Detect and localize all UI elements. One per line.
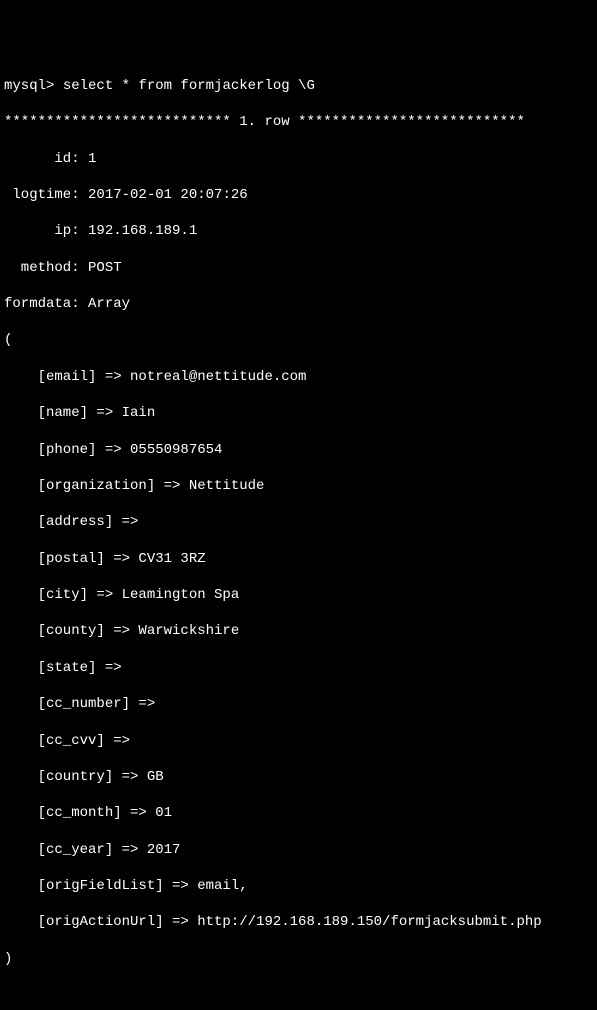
formdata-cc-month: [cc_month] => 01 (4, 804, 593, 822)
ip-label: ip: (4, 223, 88, 239)
id-label: id: (4, 151, 88, 167)
formdata-orig-field-list: [origFieldList] => email, (4, 877, 593, 895)
formdata-cc-number: [cc_number] => (4, 695, 593, 713)
method-value: POST (88, 260, 122, 276)
formdata-cc-cvv: [cc_cvv] => (4, 732, 593, 750)
formdata-email: [email] => notreal@nettitude.com (4, 368, 593, 386)
query-line: mysql> select * from formjackerlog \G (4, 77, 593, 95)
method-label: method: (4, 260, 88, 276)
formdata-cc-year: [cc_year] => 2017 (4, 841, 593, 859)
formdata-county: [county] => Warwickshire (4, 622, 593, 640)
ip-value: 192.168.189.1 (88, 223, 197, 239)
formdata-phone: [phone] => 05550987654 (4, 441, 593, 459)
array-open-paren: ( (4, 331, 593, 349)
formdata-address: [address] => (4, 513, 593, 531)
id-value: 1 (88, 151, 96, 167)
formdata-city: [city] => Leamington Spa (4, 586, 593, 604)
array-close-paren: ) (4, 950, 593, 968)
formdata-organization: [organization] => Nettitude (4, 477, 593, 495)
formdata-country: [country] => GB (4, 768, 593, 786)
field-ip: ip: 192.168.189.1 (4, 222, 593, 240)
formdata-name: [name] => Iain (4, 404, 593, 422)
field-method: method: POST (4, 259, 593, 277)
formdata-postal: [postal] => CV31 3RZ (4, 550, 593, 568)
formdata-state: [state] => (4, 659, 593, 677)
field-id: id: 1 (4, 150, 593, 168)
blank-line (4, 986, 593, 1004)
formdata-orig-action-url: [origActionUrl] => http://192.168.189.15… (4, 913, 593, 931)
row-separator: *************************** 1. row *****… (4, 113, 593, 131)
formdata-label: formdata: (4, 296, 88, 312)
formdata-value: Array (88, 296, 130, 312)
field-logtime: logtime: 2017-02-01 20:07:26 (4, 186, 593, 204)
logtime-value: 2017-02-01 20:07:26 (88, 187, 248, 203)
field-formdata: formdata: Array (4, 295, 593, 313)
sql-query: select * from formjackerlog \G (63, 78, 315, 94)
mysql-prompt: mysql> (4, 78, 63, 94)
logtime-label: logtime: (4, 187, 88, 203)
